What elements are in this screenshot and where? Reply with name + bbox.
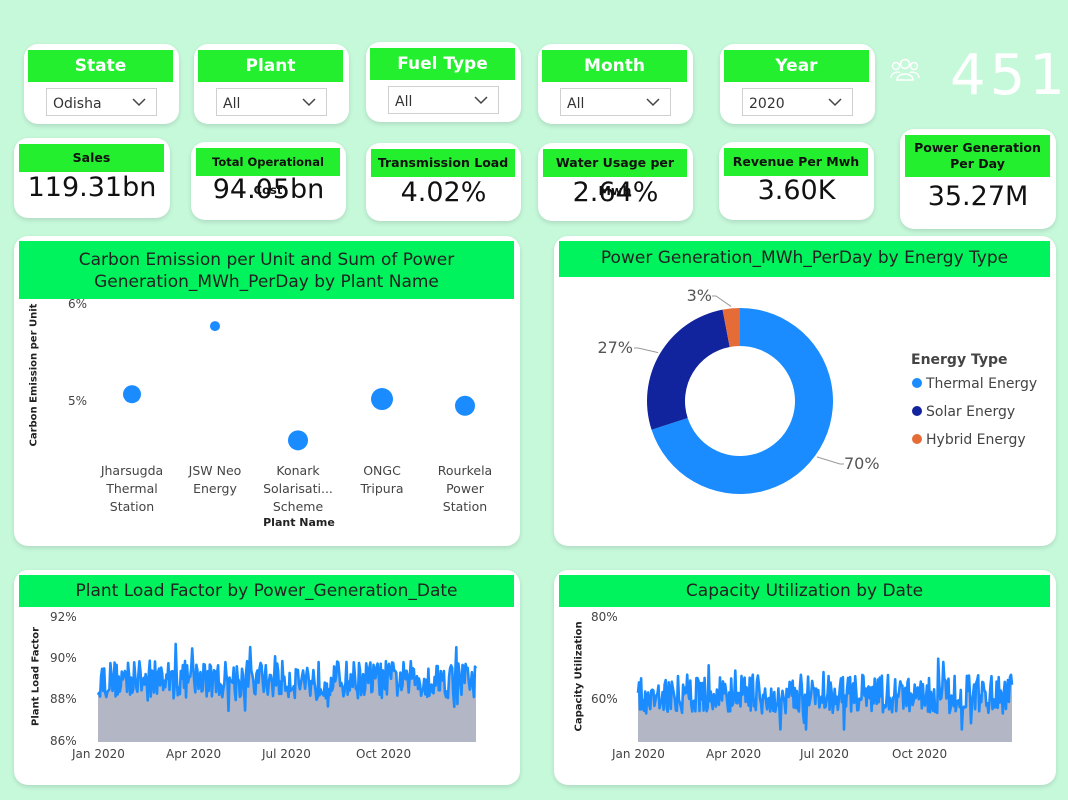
label-line: Konark — [276, 463, 320, 478]
kpi-title: Water Usage per Mwh — [543, 149, 687, 198]
x-tick-label: Jul 2020 — [262, 747, 311, 761]
slicer-title: State — [28, 50, 173, 82]
kpi-value: 35.27M — [927, 181, 1029, 212]
scatter-point[interactable] — [210, 321, 220, 332]
x-tick-label: Jan 2020 — [72, 747, 125, 761]
legend-label: Solar Energy — [926, 404, 1016, 420]
label-line: Station — [109, 499, 155, 514]
x-tick-label: Jan 2020 — [612, 747, 665, 761]
x-tick-label: Apr 2020 — [706, 747, 762, 761]
kpi-title: Power Generation Per Day — [905, 135, 1050, 177]
leader-line — [712, 295, 732, 307]
scatter-point[interactable] — [455, 395, 475, 416]
slice-data-label: 70% — [844, 454, 880, 473]
x-category-label: Konark Solarisati... Scheme — [258, 462, 338, 516]
slicer-title: Year — [724, 50, 869, 82]
slicer-title: Plant — [198, 50, 343, 82]
label-line: Rourkela — [437, 463, 493, 478]
kpi-water-usage: Water Usage per Mwh 2.64% — [538, 143, 693, 221]
legend-title: Energy Type — [911, 352, 1008, 368]
legend-thermal[interactable]: Thermal Energy — [912, 376, 1037, 392]
donut-chart-card: Power Generation_MWh_PerDay by Energy Ty… — [554, 236, 1056, 546]
x-tick-label: Apr 2020 — [166, 747, 222, 761]
label-line: ONGC — [363, 463, 401, 478]
legend-dot — [912, 406, 922, 416]
kpi-transmission-load: Transmission Load 4.02% — [366, 143, 521, 221]
dropdown-value: All — [395, 94, 413, 110]
label-line: JSW Neo — [188, 463, 242, 478]
label-line: Station — [442, 499, 488, 514]
dropdown-value: All — [567, 96, 585, 112]
month-slicer: Month All — [538, 44, 693, 124]
x-category-label: ONGC Tripura — [342, 462, 422, 498]
kpi-value: 2.64% — [572, 177, 659, 208]
x-tick-label: Oct 2020 — [356, 747, 412, 761]
chevron-down-icon — [474, 96, 488, 105]
slice-data-label: 3% — [687, 286, 712, 305]
plant-slicer: Plant All — [194, 44, 349, 124]
kpi-value: 4.02% — [400, 177, 487, 208]
kpi-sales: Sales 119.31bn — [14, 138, 170, 218]
kpi-power-generation: Power Generation Per Day 35.27M — [900, 129, 1056, 229]
kpi-title: Revenue Per Mwh — [724, 148, 868, 176]
label-line: Power — [446, 481, 484, 496]
state-slicer: State Odisha — [24, 44, 179, 124]
x-category-label: Rourkela Power Station — [425, 462, 505, 516]
x-tick-label: Jul 2020 — [800, 747, 849, 761]
label-line: Tripura — [360, 481, 404, 496]
plant-dropdown[interactable]: All — [216, 88, 327, 116]
capacity-utilization-card: Capacity Utilization by Date 80% 60% Cap… — [554, 570, 1056, 785]
x-axis-label: Plant Name — [263, 516, 335, 529]
scatter-chart-card: Carbon Emission per Unit and Sum of Powe… — [14, 236, 520, 546]
legend-solar[interactable]: Solar Energy — [912, 404, 1015, 420]
chevron-down-icon — [646, 98, 660, 107]
x-category-label: JSW Neo Energy — [175, 462, 255, 498]
x-category-label: Jharsugda Thermal Station — [92, 462, 172, 516]
plant-load-factor-card: Plant Load Factor by Power_Generation_Da… — [14, 570, 520, 785]
legend-dot — [912, 378, 922, 388]
kpi-value: 94.05bn — [212, 174, 325, 205]
scatter-point[interactable] — [288, 430, 308, 451]
scatter-point[interactable] — [123, 385, 141, 404]
kpi-value: 119.31bn — [27, 172, 157, 203]
chevron-down-icon — [132, 98, 146, 107]
slicer-title: Fuel Type — [370, 48, 515, 80]
fuel-type-dropdown[interactable]: All — [388, 86, 499, 114]
label-line: Solarisati... — [263, 481, 333, 496]
kpi-value: 3.60K — [757, 175, 836, 206]
chevron-down-icon — [828, 98, 842, 107]
legend-label: Hybrid Energy — [926, 432, 1026, 448]
leader-line — [816, 456, 844, 465]
label-line: Energy — [193, 481, 237, 496]
legend-dot — [912, 434, 922, 444]
user-count: 451 — [950, 43, 1068, 108]
dropdown-value: All — [223, 96, 241, 112]
label-line: Scheme — [272, 499, 324, 514]
legend-label: Thermal Energy — [926, 376, 1038, 392]
dropdown-value: 2020 — [749, 96, 785, 112]
month-dropdown[interactable]: All — [560, 88, 671, 116]
people-group-icon — [890, 58, 920, 81]
kpi-title: Sales — [19, 144, 164, 172]
x-tick-label: Oct 2020 — [892, 747, 948, 761]
kpi-operational-cost: Total Operational Cost 94.05bn — [191, 142, 346, 220]
donut-slice[interactable] — [647, 309, 730, 430]
kpi-revenue-per-mwh: Revenue Per Mwh 3.60K — [719, 142, 874, 220]
state-dropdown[interactable]: Odisha — [46, 88, 157, 116]
dropdown-value: Odisha — [53, 96, 102, 112]
chevron-down-icon — [302, 98, 316, 107]
fuel-type-slicer: Fuel Type All — [366, 42, 521, 122]
legend-hybrid[interactable]: Hybrid Energy — [912, 432, 1026, 448]
kpi-title: Total Operational Cost — [196, 148, 340, 197]
scatter-point[interactable] — [371, 388, 393, 411]
slicer-title: Month — [542, 50, 687, 82]
leader-line — [634, 347, 659, 354]
year-dropdown[interactable]: 2020 — [742, 88, 853, 116]
label-line: Jharsugda — [100, 463, 164, 478]
year-slicer: Year 2020 — [720, 44, 875, 124]
kpi-title: Transmission Load — [371, 149, 515, 177]
slice-data-label: 27% — [597, 338, 633, 357]
label-line: Thermal — [106, 481, 158, 496]
